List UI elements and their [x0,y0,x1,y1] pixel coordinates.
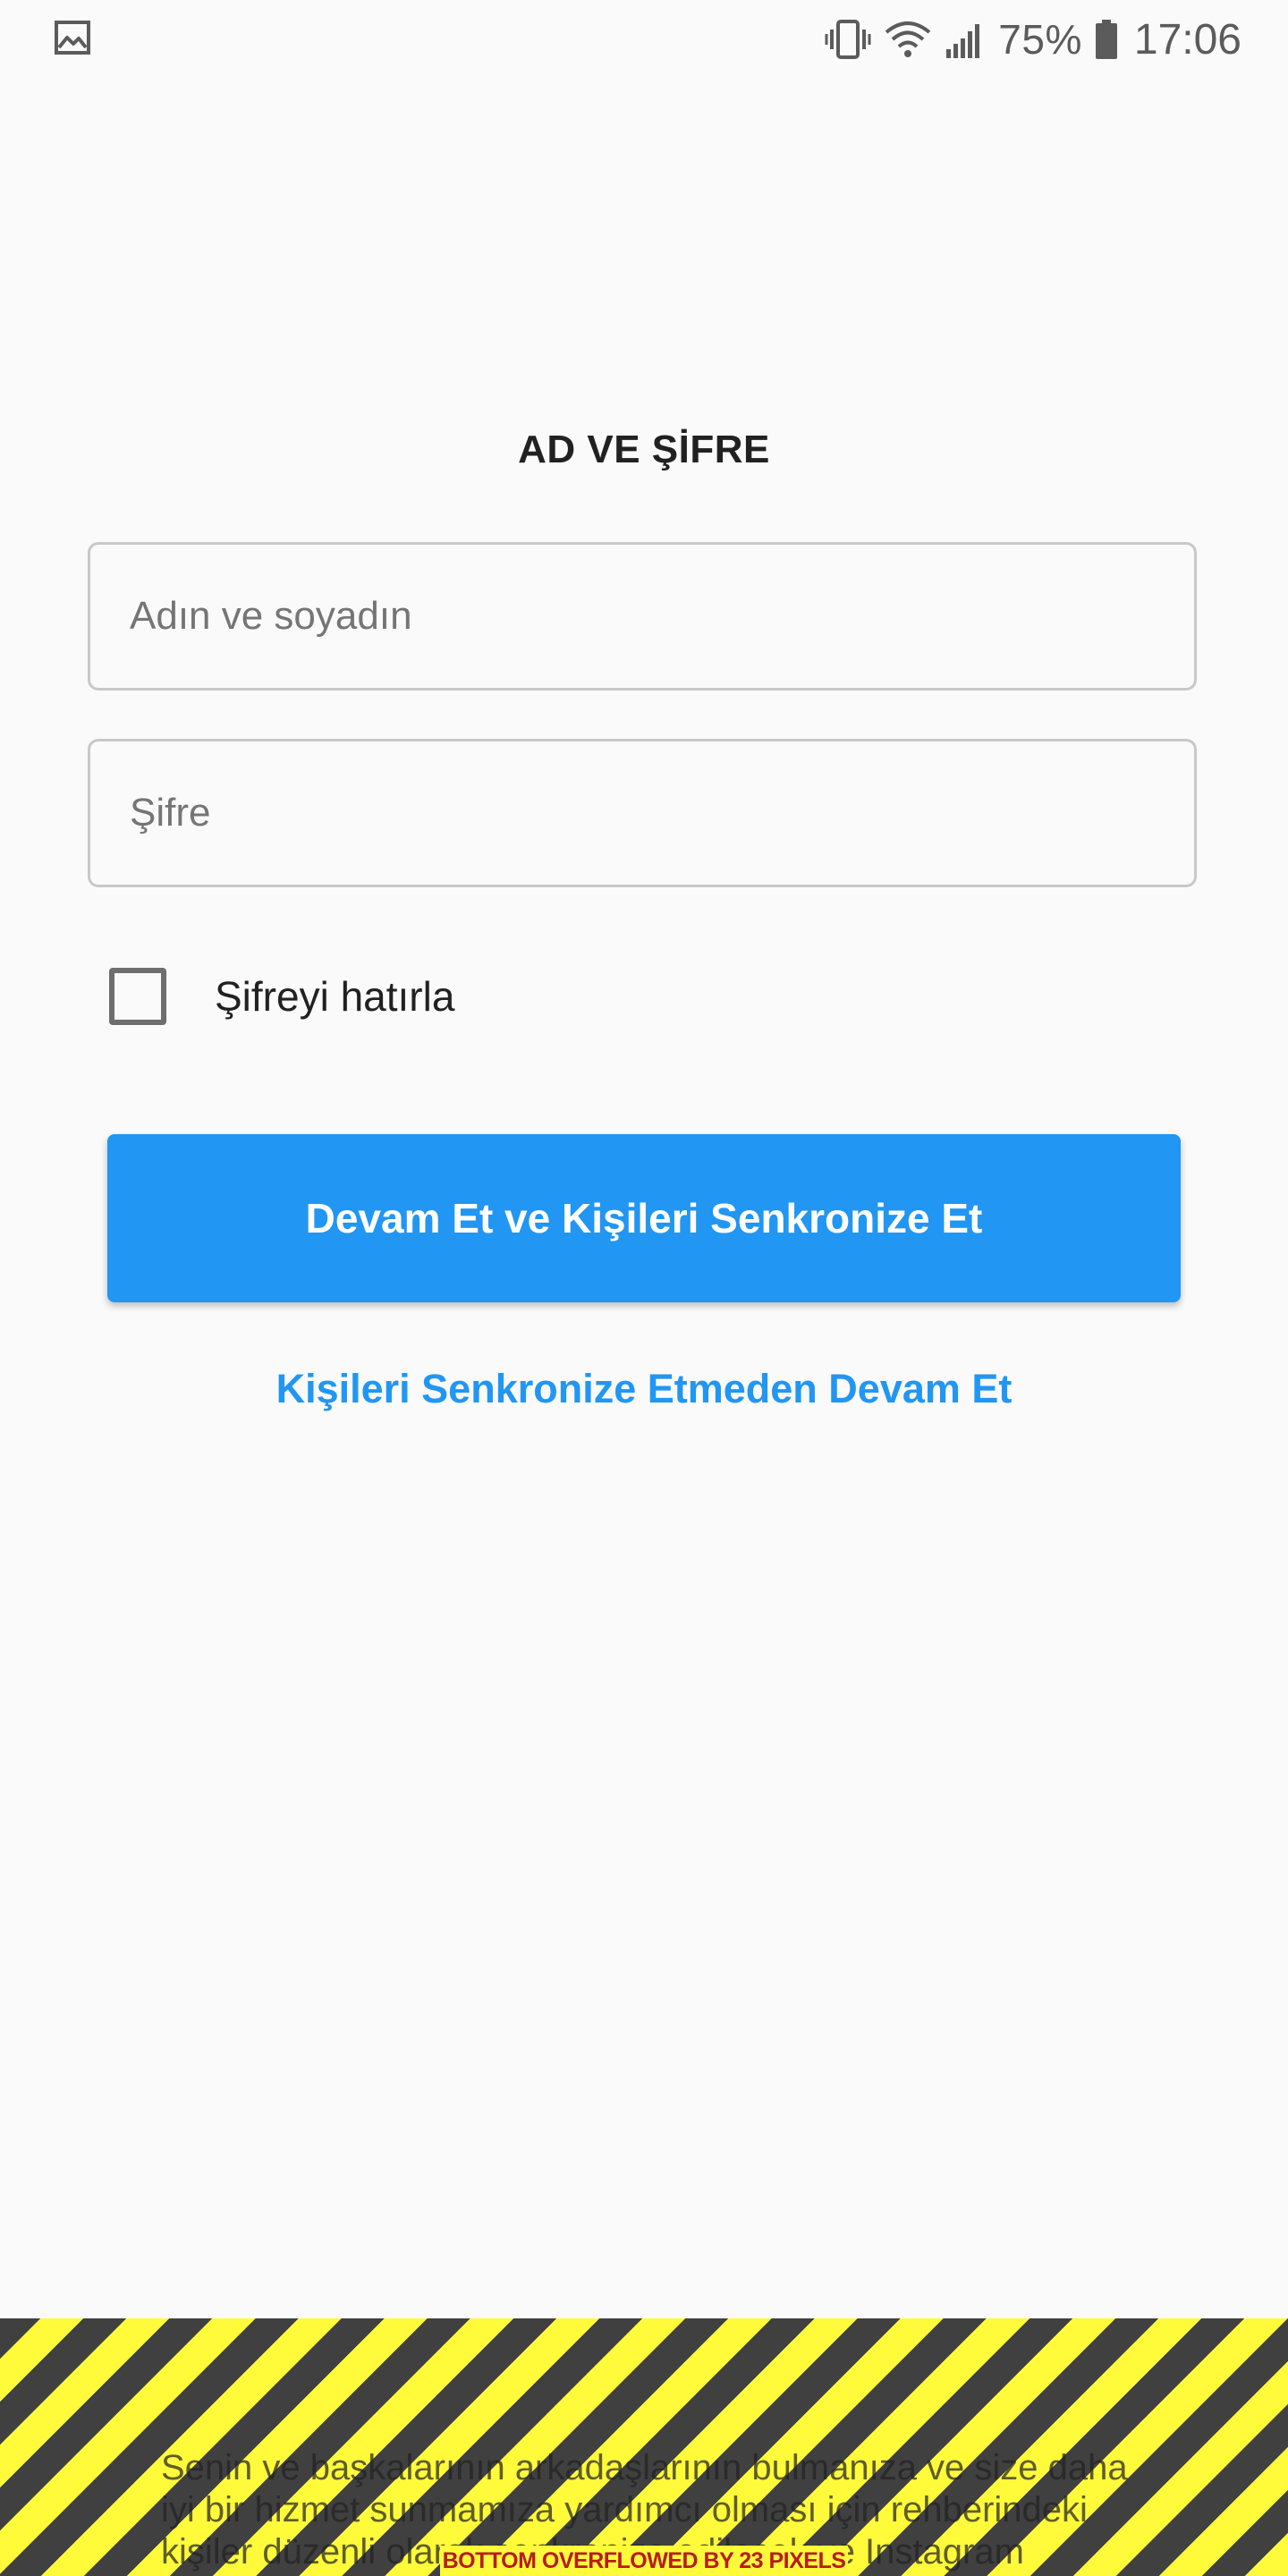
continue-without-sync-label: Kişileri Senkronize Etmeden Devam Et [275,1366,1013,1411]
password-input[interactable] [90,741,1194,885]
wifi-icon [884,19,932,60]
password-field[interactable] [88,739,1197,887]
clock: 17:06 [1133,15,1241,64]
battery-icon [1095,19,1118,60]
continue-and-sync-label: Devam Et ve Kişileri Senkronize Et [305,1195,983,1241]
continue-and-sync-button[interactable]: Devam Et ve Kişileri Senkronize Et [107,1134,1181,1302]
status-icons: 75% 17:06 [825,13,1241,66]
vibrate-icon [825,19,871,60]
remember-password-row[interactable]: Şifreyi hatırla [109,964,454,1029]
remember-label: Şifreyi hatırla [215,973,455,1020]
status-bar: 75% 17:06 [0,0,1288,79]
continue-without-sync-button[interactable]: Kişileri Senkronize Etmeden Devam Et [0,1358,1288,1420]
remember-checkbox[interactable] [109,968,166,1025]
name-input[interactable] [90,545,1194,688]
cell-signal-icon [945,19,986,60]
overflow-warning-label: BOTTOM OVERFLOWED BY 23 PIXELS [440,2546,848,2576]
name-field[interactable] [88,542,1197,691]
battery-percent: 75% [998,16,1082,63]
page-title: AD VE ŞİFRE [518,428,770,471]
gallery-icon [54,20,91,55]
screen: 75% 17:06 AD VE ŞİFRE Şifreyi hatırla De… [0,0,1288,2576]
